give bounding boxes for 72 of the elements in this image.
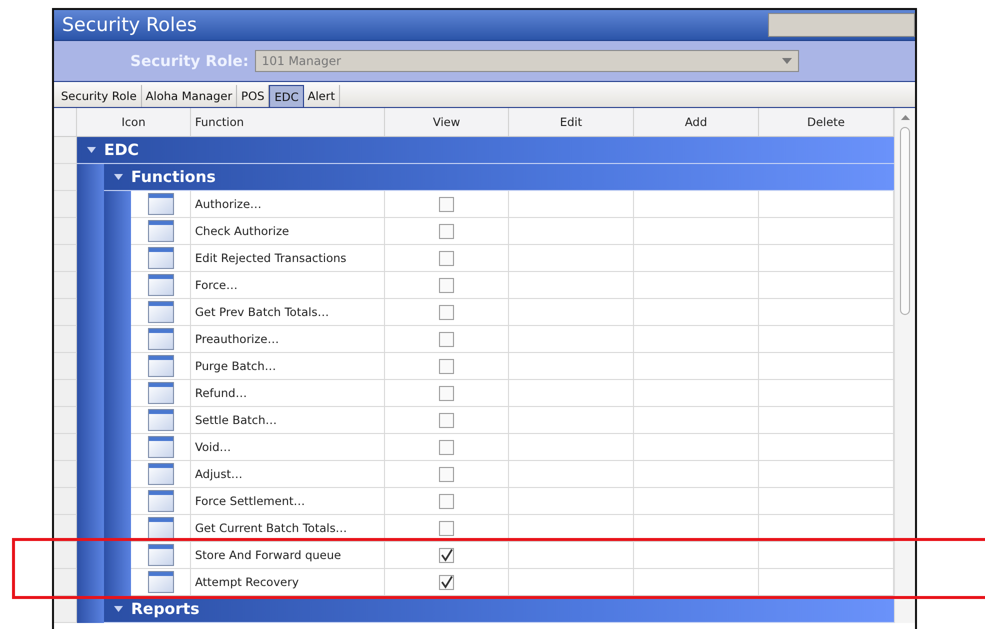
window-icon xyxy=(148,247,174,269)
view-checkbox[interactable] xyxy=(439,196,454,212)
view-checkbox[interactable] xyxy=(439,494,454,508)
indent-bar xyxy=(104,569,131,596)
indent-bar xyxy=(104,542,131,569)
indent-bar xyxy=(104,191,131,218)
view-checkbox[interactable] xyxy=(439,386,454,400)
view-checkbox[interactable] xyxy=(439,574,454,590)
tab[interactable]: EDC xyxy=(269,85,304,107)
indent-bar xyxy=(77,542,104,569)
indent-bar xyxy=(77,569,104,596)
view-checkbox[interactable] xyxy=(439,412,454,428)
function-name: Authorize… xyxy=(191,191,385,218)
title-field[interactable] xyxy=(768,13,915,37)
tab[interactable]: Security Role xyxy=(57,85,142,107)
function-name: Force Settlement… xyxy=(191,488,385,515)
column-header: Function xyxy=(191,108,385,136)
view-checkbox[interactable] xyxy=(439,548,454,562)
window-icon xyxy=(148,355,174,377)
column-header: Add xyxy=(634,108,759,136)
column-header: View xyxy=(385,108,509,136)
view-checkbox[interactable] xyxy=(439,466,454,482)
indent-bar xyxy=(77,164,104,191)
window-icon xyxy=(148,382,174,404)
function-name: Purge Batch… xyxy=(191,353,385,380)
collapse-arrow-icon[interactable] xyxy=(114,174,123,180)
function-name: Get Current Batch Totals… xyxy=(191,515,385,542)
tab[interactable]: Aloha Manager xyxy=(142,85,238,107)
group-header[interactable]: Functions xyxy=(104,164,894,191)
view-checkbox[interactable] xyxy=(439,278,454,292)
window-icon xyxy=(148,490,174,512)
window-icon xyxy=(148,274,174,296)
function-name: Void… xyxy=(191,434,385,461)
column-header: Edit xyxy=(509,108,634,136)
collapse-arrow-icon[interactable] xyxy=(87,147,96,153)
function-name: Settle Batch… xyxy=(191,407,385,434)
view-checkbox[interactable] xyxy=(439,224,454,238)
collapse-arrow-icon[interactable] xyxy=(114,606,123,612)
function-name: Edit Rejected Transactions xyxy=(191,245,385,272)
view-checkbox[interactable] xyxy=(439,520,454,536)
window-icon xyxy=(148,193,174,215)
view-checkbox[interactable] xyxy=(439,304,454,320)
function-name: Refund… xyxy=(191,380,385,407)
function-name: Get Prev Batch Totals… xyxy=(191,299,385,326)
window-icon xyxy=(148,301,174,323)
window-icon xyxy=(148,220,174,242)
function-name: Adjust… xyxy=(191,461,385,488)
function-name: Store And Forward queue xyxy=(191,542,385,569)
window-icon xyxy=(148,328,174,350)
tab[interactable]: Alert xyxy=(304,85,340,107)
function-name: Force… xyxy=(191,272,385,299)
function-name: Attempt Recovery xyxy=(191,569,385,596)
column-header: Icon xyxy=(77,108,191,136)
window-icon xyxy=(148,463,174,485)
function-name: Check Authorize xyxy=(191,218,385,245)
group-header[interactable]: EDC xyxy=(77,137,894,164)
window-title: Security Roles xyxy=(61,14,197,36)
view-checkbox[interactable] xyxy=(439,440,454,454)
role-label: Security Role: xyxy=(130,52,249,70)
window-icon xyxy=(148,544,174,566)
view-checkbox[interactable] xyxy=(439,250,454,266)
function-name: Preauthorize… xyxy=(191,326,385,353)
view-checkbox[interactable] xyxy=(439,332,454,346)
scroll-up-icon[interactable] xyxy=(900,115,910,120)
view-checkbox[interactable] xyxy=(439,358,454,374)
scrollbar[interactable] xyxy=(894,108,915,623)
window-icon xyxy=(148,436,174,458)
window-icon xyxy=(148,517,174,539)
window-icon xyxy=(148,571,174,593)
window-icon xyxy=(148,409,174,431)
scroll-thumb[interactable] xyxy=(900,127,910,315)
caret-icon xyxy=(782,58,792,64)
